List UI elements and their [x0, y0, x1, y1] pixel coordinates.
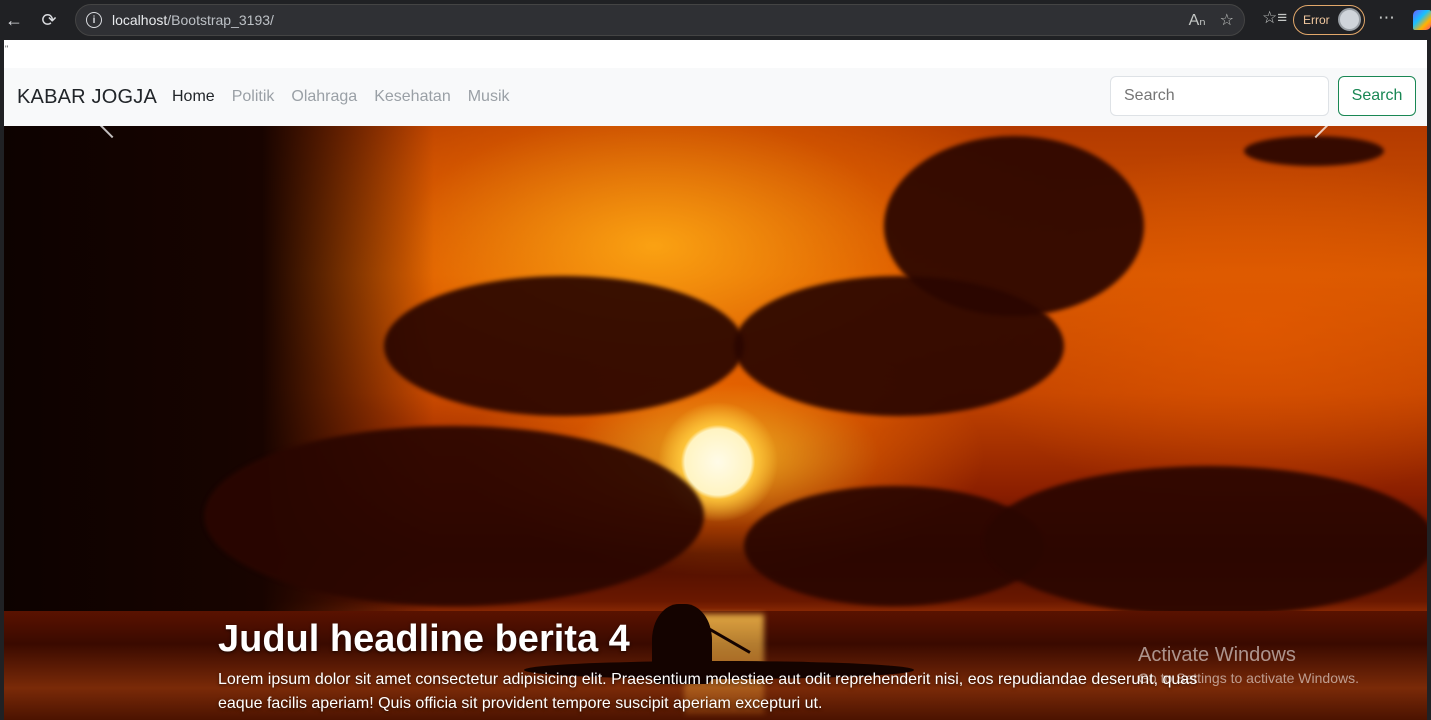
- back-icon[interactable]: ←: [0, 6, 28, 34]
- cloud-shape: [984, 466, 1427, 616]
- caption-text: Lorem ipsum dolor sit amet consectetur a…: [218, 671, 1198, 712]
- nav-link-home[interactable]: Home: [172, 88, 215, 106]
- read-aloud-icon[interactable]: Aₙ: [1189, 10, 1206, 30]
- nav-link-politik[interactable]: Politik: [232, 88, 275, 106]
- navbar: KABAR JOGJA Home Politik Olahraga Keseha…: [4, 68, 1427, 126]
- cloud-shape: [384, 276, 744, 416]
- profile-button[interactable]: Error: [1293, 5, 1365, 35]
- webpage: " KABAR JOGJA Home Politik Olahraga Kese…: [4, 40, 1427, 720]
- watermark-title: Activate Windows: [1138, 644, 1296, 666]
- windows-activation-watermark: Activate Windows Go to Settings to activ…: [1138, 644, 1359, 686]
- navbar-brand[interactable]: KABAR JOGJA: [17, 86, 157, 109]
- watermark-subtitle: Go to Settings to activate Windows.: [1138, 670, 1359, 686]
- site-info-icon[interactable]: i: [86, 12, 102, 28]
- hero-carousel: Judul headline berita 4 Lorem ipsum dolo…: [4, 126, 1427, 720]
- favorite-star-icon[interactable]: ☆: [1220, 10, 1234, 30]
- cloud-shape: [1244, 136, 1384, 166]
- url-host: localhost: [112, 12, 168, 28]
- reload-icon[interactable]: ⟳: [35, 6, 63, 34]
- url-path: /Bootstrap_3193/: [167, 12, 274, 28]
- nav-link-kesehatan[interactable]: Kesehatan: [374, 88, 451, 106]
- address-bar[interactable]: i localhost/Bootstrap_3193/ Aₙ ☆: [75, 4, 1245, 36]
- search-button[interactable]: Search: [1338, 76, 1416, 116]
- stray-text: ": [5, 44, 9, 54]
- caption-title: Judul headline berita 4: [218, 618, 630, 660]
- cloud-shape: [204, 426, 704, 606]
- url-text: localhost/Bootstrap_3193/: [112, 12, 274, 28]
- nav-link-olahraga[interactable]: Olahraga: [291, 88, 357, 106]
- nav-links: Home Politik Olahraga Kesehatan Musik: [172, 88, 510, 106]
- browser-toolbar: ← ⟳ i localhost/Bootstrap_3193/ Aₙ ☆ ☆≡ …: [0, 0, 1431, 40]
- carousel-caption: Judul headline berita 4 Lorem ipsum dolo…: [218, 616, 1228, 716]
- cloud-shape: [734, 276, 1064, 416]
- profile-status: Error: [1303, 13, 1330, 27]
- nav-link-musik[interactable]: Musik: [468, 88, 510, 106]
- copilot-icon[interactable]: [1413, 10, 1431, 30]
- search-input[interactable]: [1110, 76, 1329, 116]
- favorites-icon[interactable]: ☆≡: [1262, 8, 1287, 28]
- more-options-icon[interactable]: ⋯: [1378, 8, 1395, 28]
- avatar: [1338, 8, 1361, 31]
